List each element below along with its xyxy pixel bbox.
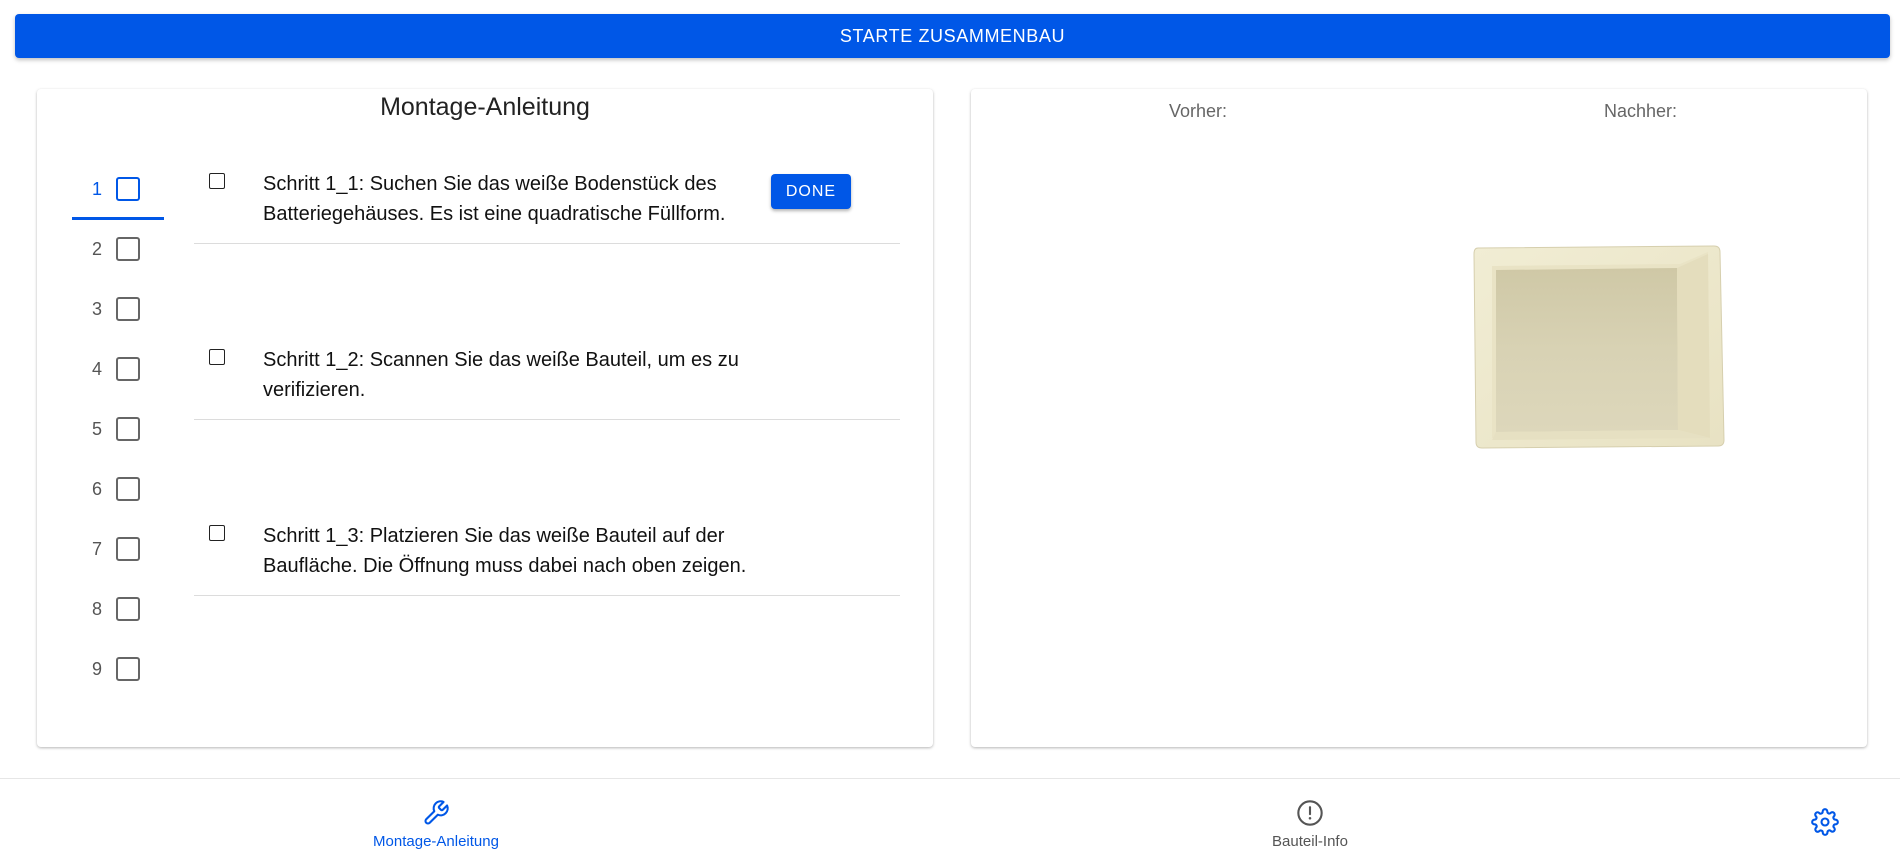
step-nav-item-5[interactable]: 5 xyxy=(70,399,164,459)
step-nav-checkbox[interactable] xyxy=(116,357,140,381)
wrench-icon xyxy=(424,800,449,825)
step-nav-checkbox[interactable] xyxy=(116,477,140,501)
step-nav-number: 6 xyxy=(91,478,102,499)
bottom-navigation: Montage-Anleitung Bauteil-Info xyxy=(0,779,1900,857)
task-item: Schritt 1_2: Scannen Sie das weiße Baute… xyxy=(194,335,900,420)
nav-label: Bauteil-Info xyxy=(1272,833,1348,850)
step-nav-checkbox[interactable] xyxy=(116,297,140,321)
step-nav-checkbox[interactable] xyxy=(116,657,140,681)
task-text: Schritt 1_1: Suchen Sie das weiße Bodens… xyxy=(263,173,726,225)
step-nav-number: 9 xyxy=(91,658,102,679)
step-nav-item-2[interactable]: 2 xyxy=(70,219,164,279)
task-list: Schritt 1_1: Suchen Sie das weiße Bodens… xyxy=(194,159,900,596)
task-checkbox[interactable] xyxy=(209,525,225,541)
instructions-title: Montage-Anleitung xyxy=(380,93,590,121)
before-label: Vorher: xyxy=(1169,101,1228,121)
step-nav-number: 1 xyxy=(91,178,102,199)
part-after-image xyxy=(1473,245,1725,449)
step-nav-item-4[interactable]: 4 xyxy=(70,339,164,399)
step-nav-item-9[interactable]: 9 xyxy=(70,639,164,699)
nav-label: Montage-Anleitung xyxy=(373,833,499,850)
after-label: Nachher: xyxy=(1604,101,1678,121)
step-nav-number: 8 xyxy=(91,598,102,619)
step-nav-number: 5 xyxy=(91,418,102,439)
task-checkbox[interactable] xyxy=(209,173,225,189)
step-nav-item-8[interactable]: 8 xyxy=(70,579,164,639)
step-nav-number: 4 xyxy=(91,358,102,379)
nav-bauteil-info[interactable]: Bauteil-Info xyxy=(1265,799,1355,850)
task-checkbox[interactable] xyxy=(209,349,225,365)
done-button[interactable]: DONE xyxy=(771,174,851,209)
step-nav-checkbox[interactable] xyxy=(116,237,140,261)
step-nav-checkbox[interactable] xyxy=(116,177,140,201)
step-nav-number: 3 xyxy=(91,298,102,319)
step-nav-item-6[interactable]: 6 xyxy=(70,459,164,519)
nav-montage-anleitung[interactable]: Montage-Anleitung xyxy=(371,799,501,850)
step-nav-number: 7 xyxy=(91,538,102,559)
preview-card: Vorher: Nachher: xyxy=(971,89,1867,747)
step-nav-number: 2 xyxy=(91,238,102,259)
task-text: Schritt 1_3: Platzieren Sie das weiße Ba… xyxy=(263,525,747,577)
start-assembly-button[interactable]: STARTE ZUSAMMENBAU xyxy=(15,14,1890,58)
task-item: Schritt 1_1: Suchen Sie das weiße Bodens… xyxy=(194,159,900,244)
step-nav-item-3[interactable]: 3 xyxy=(70,279,164,339)
step-nav-checkbox[interactable] xyxy=(116,417,140,441)
step-nav-item-7[interactable]: 7 xyxy=(70,519,164,579)
task-text: Schritt 1_2: Scannen Sie das weiße Baute… xyxy=(263,349,739,401)
task-item: Schritt 1_3: Platzieren Sie das weiße Ba… xyxy=(194,511,900,596)
instructions-card: Montage-Anleitung 1 2 3 4 5 6 7 8 9 Schr… xyxy=(37,89,933,747)
step-nav-item-1[interactable]: 1 xyxy=(70,159,164,220)
gear-icon[interactable] xyxy=(1811,808,1839,836)
step-nav-checkbox[interactable] xyxy=(116,597,140,621)
step-navigation: 1 2 3 4 5 6 7 8 9 xyxy=(70,159,164,699)
alert-circle-icon xyxy=(1297,800,1323,826)
step-nav-checkbox[interactable] xyxy=(116,537,140,561)
